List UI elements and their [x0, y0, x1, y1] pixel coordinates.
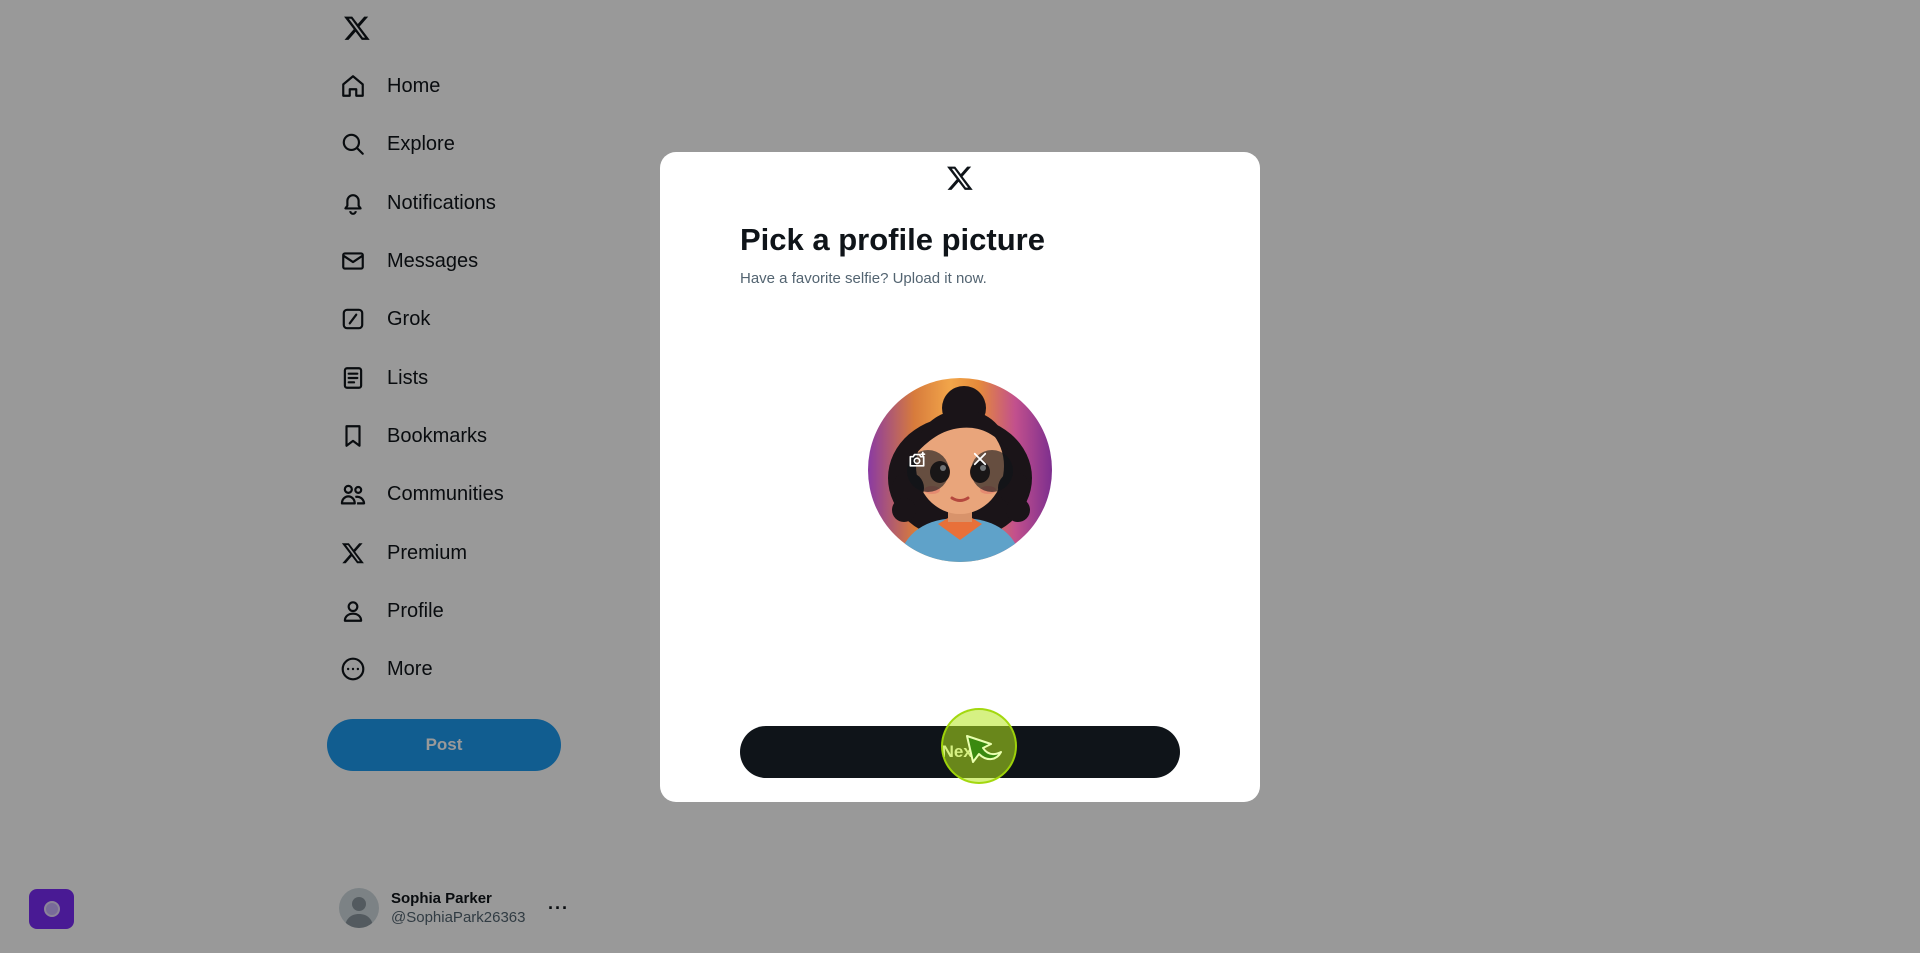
cartoon-portrait-image	[888, 386, 1032, 562]
click-indicator	[941, 708, 1017, 784]
dialog-subtitle: Have a favorite selfie? Upload it now.	[740, 270, 987, 287]
remove-photo-button[interactable]	[971, 450, 1013, 492]
change-photo-button[interactable]	[907, 450, 949, 492]
profile-picture-preview	[868, 378, 1052, 562]
profile-picture-dialog: Pick a profile picture Have a favorite s…	[660, 152, 1260, 802]
dialog-title: Pick a profile picture	[740, 222, 1045, 257]
x-logo-icon	[944, 162, 976, 194]
cursor-arrow-icon	[966, 735, 1002, 763]
